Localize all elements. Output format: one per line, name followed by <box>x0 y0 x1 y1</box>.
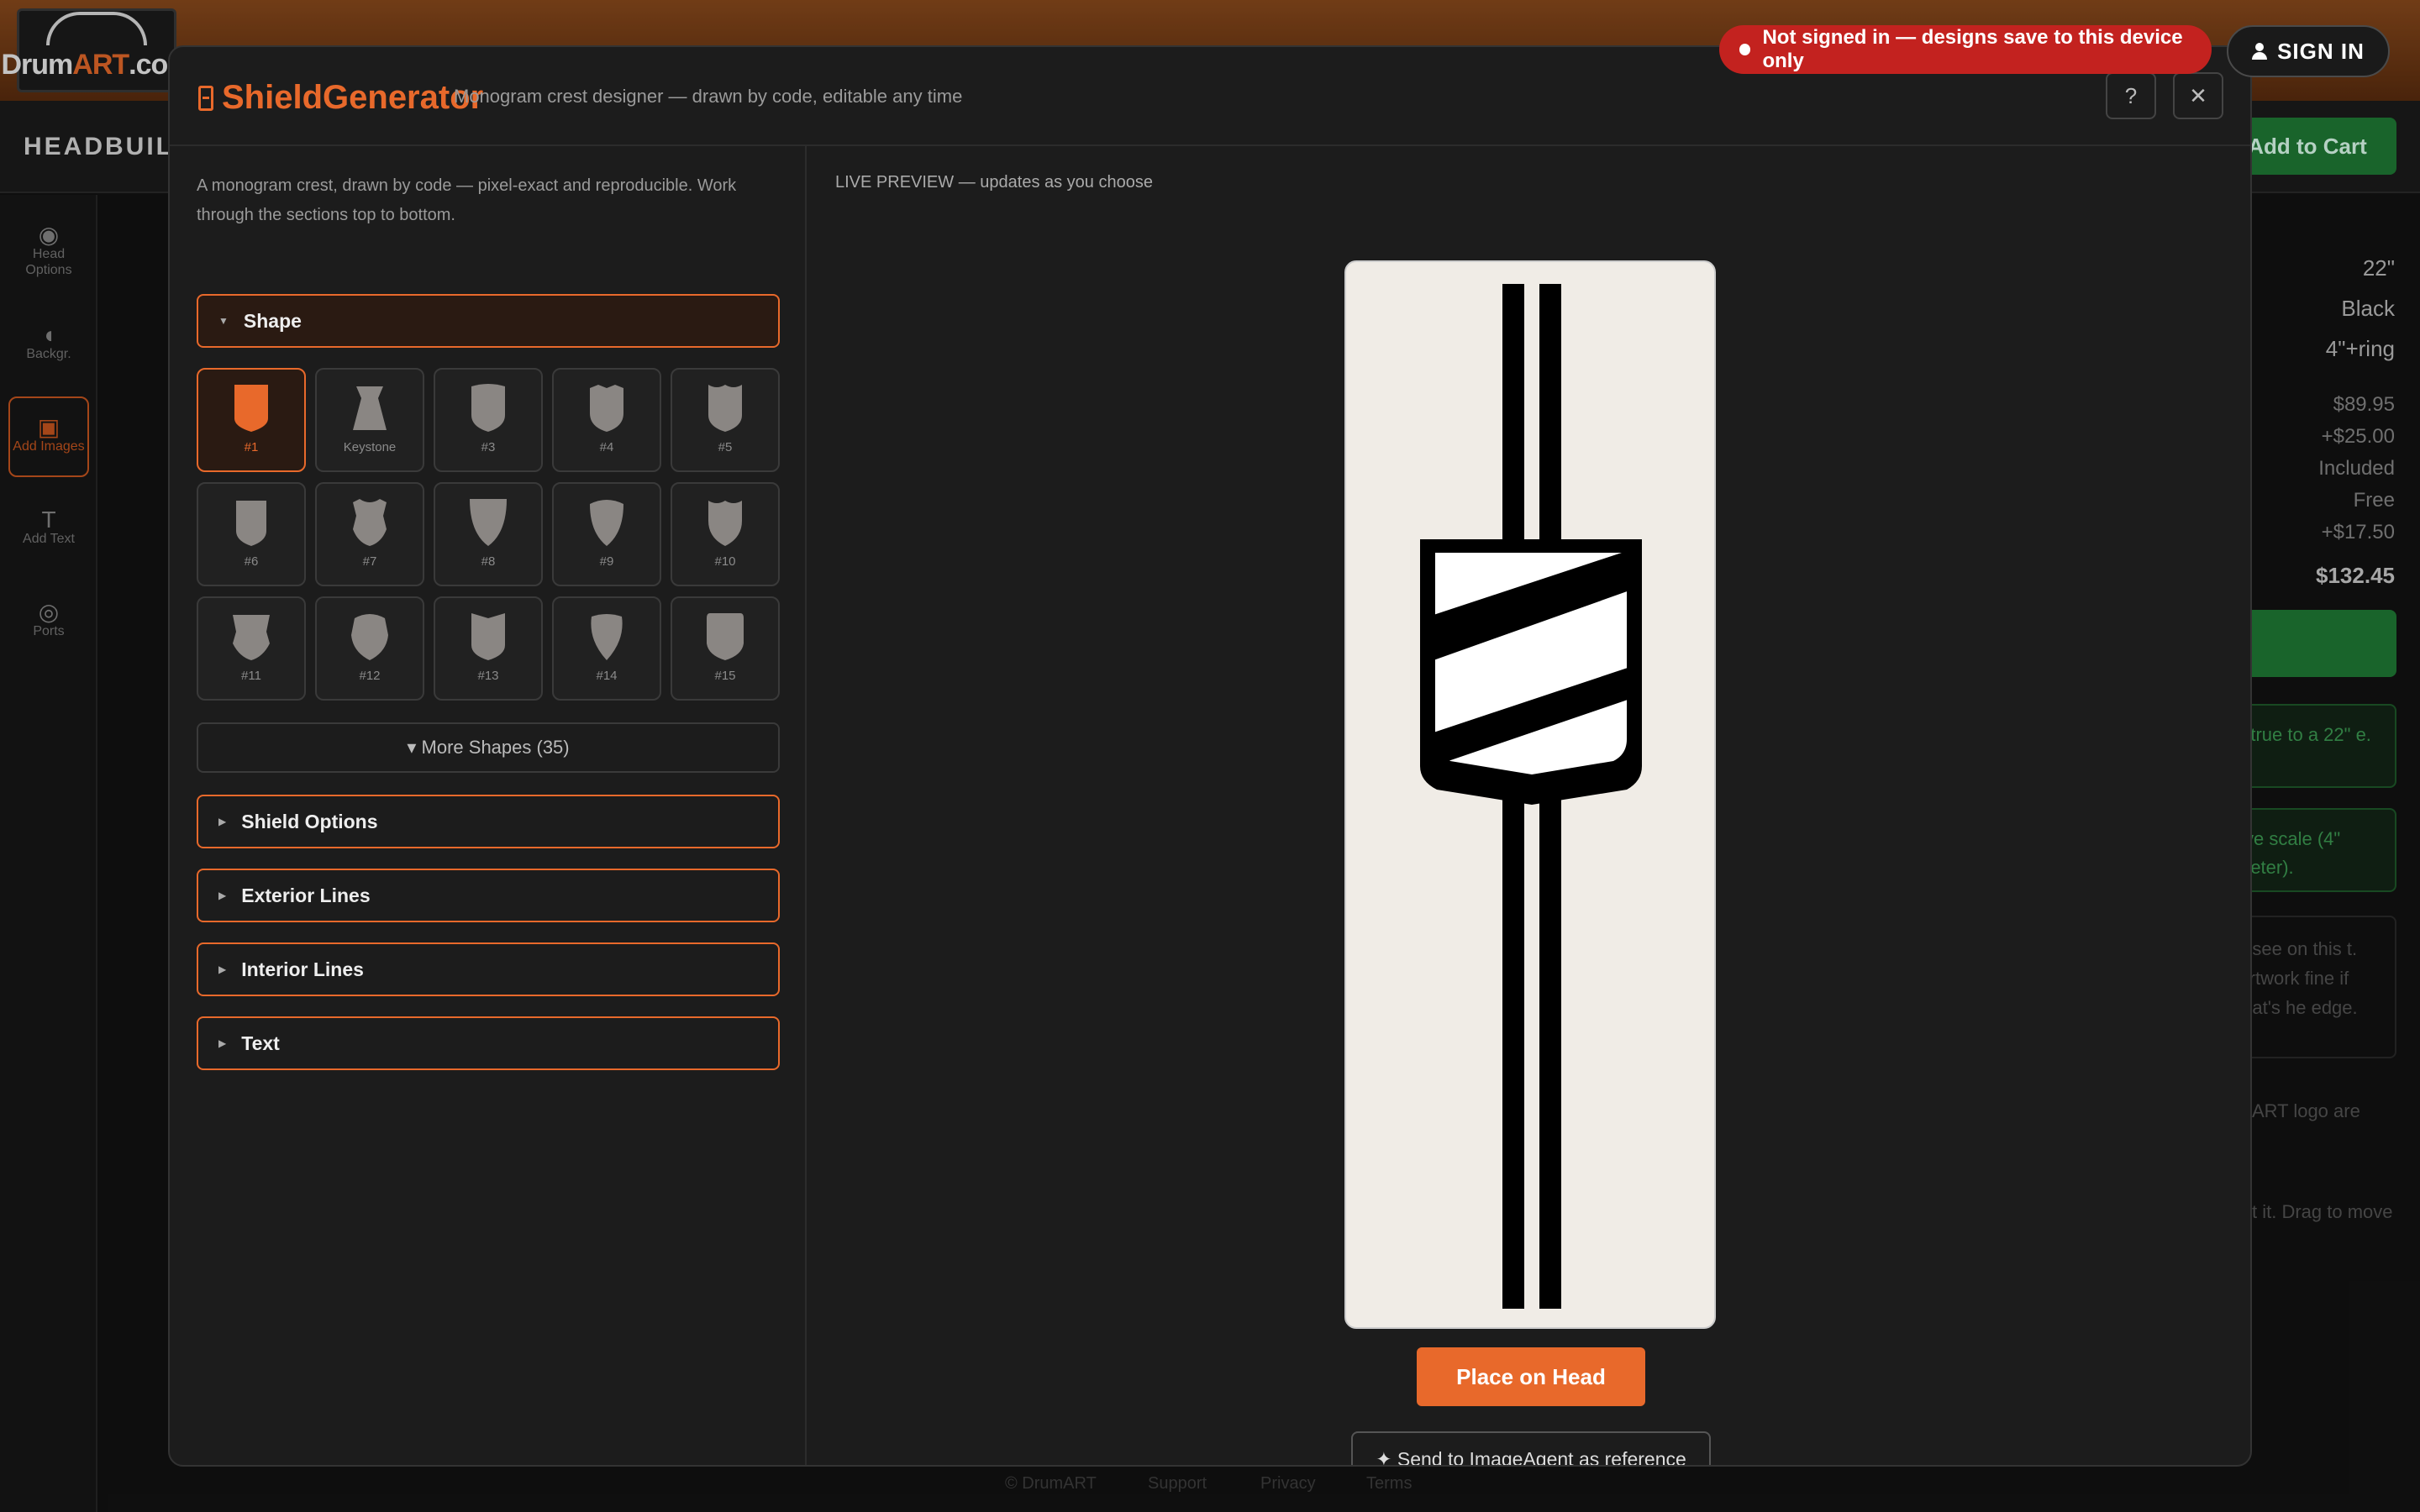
chevron-right-icon: ▶ <box>218 963 227 975</box>
shape-option-label: #13 <box>477 669 499 683</box>
shield-shape-icon <box>233 615 270 660</box>
send-to-imageagent-button[interactable]: ✦ Send to ImageAgent as reference <box>1351 1431 1711 1465</box>
shape-option-label: #3 <box>481 440 496 454</box>
shield-shape-icon <box>471 384 505 432</box>
shape-option-label: Keystone <box>343 440 397 454</box>
shape-option-7[interactable]: #7 <box>315 482 424 586</box>
shape-option-1[interactable]: #1 <box>197 368 306 472</box>
person-icon <box>2252 43 2268 60</box>
shape-option-8[interactable]: #8 <box>434 482 543 586</box>
crest-preview <box>1420 284 1642 1309</box>
not-signed-in-notice: Not signed in — designs save to this dev… <box>1719 25 2212 74</box>
chevron-right-icon: ▶ <box>218 1037 227 1049</box>
place-on-head-button[interactable]: Place on Head <box>1417 1347 1645 1406</box>
shape-option-label: #5 <box>718 440 733 454</box>
preview-pane: LIVE PREVIEW — updates as you choose Pla… <box>808 146 2250 1465</box>
shield-shape-icon <box>1420 539 1642 805</box>
shield-brand-icon <box>198 85 213 111</box>
preview-canvas[interactable] <box>1344 260 1716 1329</box>
chevron-right-icon: ▶ <box>218 816 227 827</box>
shape-option-label: #15 <box>714 669 736 683</box>
shield-shape-icon <box>471 613 505 660</box>
shield-shape-icon <box>470 499 507 546</box>
more-shapes-button[interactable]: ▾ More Shapes (35) <box>197 722 780 773</box>
section-shield-options-header[interactable]: ▶ Shield Options <box>197 795 780 848</box>
shape-option-14[interactable]: #14 <box>552 596 661 701</box>
intro-text: A monogram crest, drawn by code — pixel-… <box>197 176 737 224</box>
shape-option-6[interactable]: #6 <box>197 482 306 586</box>
shield-shape-icon <box>234 385 268 432</box>
close-button[interactable]: ✕ <box>2173 72 2223 119</box>
status-dot-icon <box>1739 44 1751 55</box>
shape-option-label: #7 <box>362 554 377 569</box>
shield-shape-icon <box>236 501 266 546</box>
section-text-header[interactable]: ▶ Text <box>197 1016 780 1070</box>
shield-shape-icon <box>351 614 388 660</box>
shape-option-12[interactable]: #12 <box>315 596 424 701</box>
shape-option-5[interactable]: #5 <box>671 368 780 472</box>
shield-shape-icon <box>590 500 623 546</box>
shield-shape-icon <box>591 614 623 660</box>
shape-option-label: #4 <box>599 440 614 454</box>
shield-shape-icon <box>707 613 744 660</box>
shape-option-label: #6 <box>244 554 259 569</box>
modal-title: ShieldGenerator <box>198 79 483 117</box>
shape-option-10[interactable]: #10 <box>671 482 780 586</box>
shield-shape-icon <box>708 501 742 546</box>
live-preview-label: LIVE PREVIEW — updates as you choose <box>835 173 1153 192</box>
shape-option-13[interactable]: #13 <box>434 596 543 701</box>
shape-option-label: #9 <box>599 554 614 569</box>
shape-option-4[interactable]: #4 <box>552 368 661 472</box>
shape-option-15[interactable]: #15 <box>671 596 780 701</box>
section-exterior-lines-header[interactable]: ▶ Exterior Lines <box>197 869 780 922</box>
chevron-right-icon: ▶ <box>218 890 227 901</box>
shield-shape-icon <box>353 386 387 430</box>
shape-option-label: #1 <box>244 440 259 454</box>
modal-subtitle: Monogram crest designer — drawn by code,… <box>454 86 963 107</box>
section-interior-lines-header[interactable]: ▶ Interior Lines <box>197 942 780 996</box>
help-button[interactable]: ? <box>2106 72 2156 119</box>
shape-option-label: #8 <box>481 554 496 569</box>
controls-pane: A monogram crest, drawn by code — pixel-… <box>170 146 807 1465</box>
shape-option-11[interactable]: #11 <box>197 596 306 701</box>
shield-generator-modal: ShieldGenerator Monogram crest designer … <box>168 45 2252 1467</box>
shield-shape-icon <box>353 499 387 546</box>
section-shape-header[interactable]: ▼ Shape <box>197 294 780 348</box>
shield-shape-icon <box>590 385 623 432</box>
shape-option-9[interactable]: #9 <box>552 482 661 586</box>
chevron-down-icon: ▼ <box>218 315 229 327</box>
shape-option-label: #11 <box>241 669 261 683</box>
shape-option-3[interactable]: #3 <box>434 368 543 472</box>
shape-option-2[interactable]: Keystone <box>315 368 424 472</box>
sign-in-button[interactable]: SIGN IN <box>2227 25 2390 77</box>
shape-option-label: #12 <box>359 669 381 683</box>
shape-option-label: #10 <box>714 554 736 569</box>
shape-option-label: #14 <box>596 669 618 683</box>
shield-shape-icon <box>708 385 742 432</box>
